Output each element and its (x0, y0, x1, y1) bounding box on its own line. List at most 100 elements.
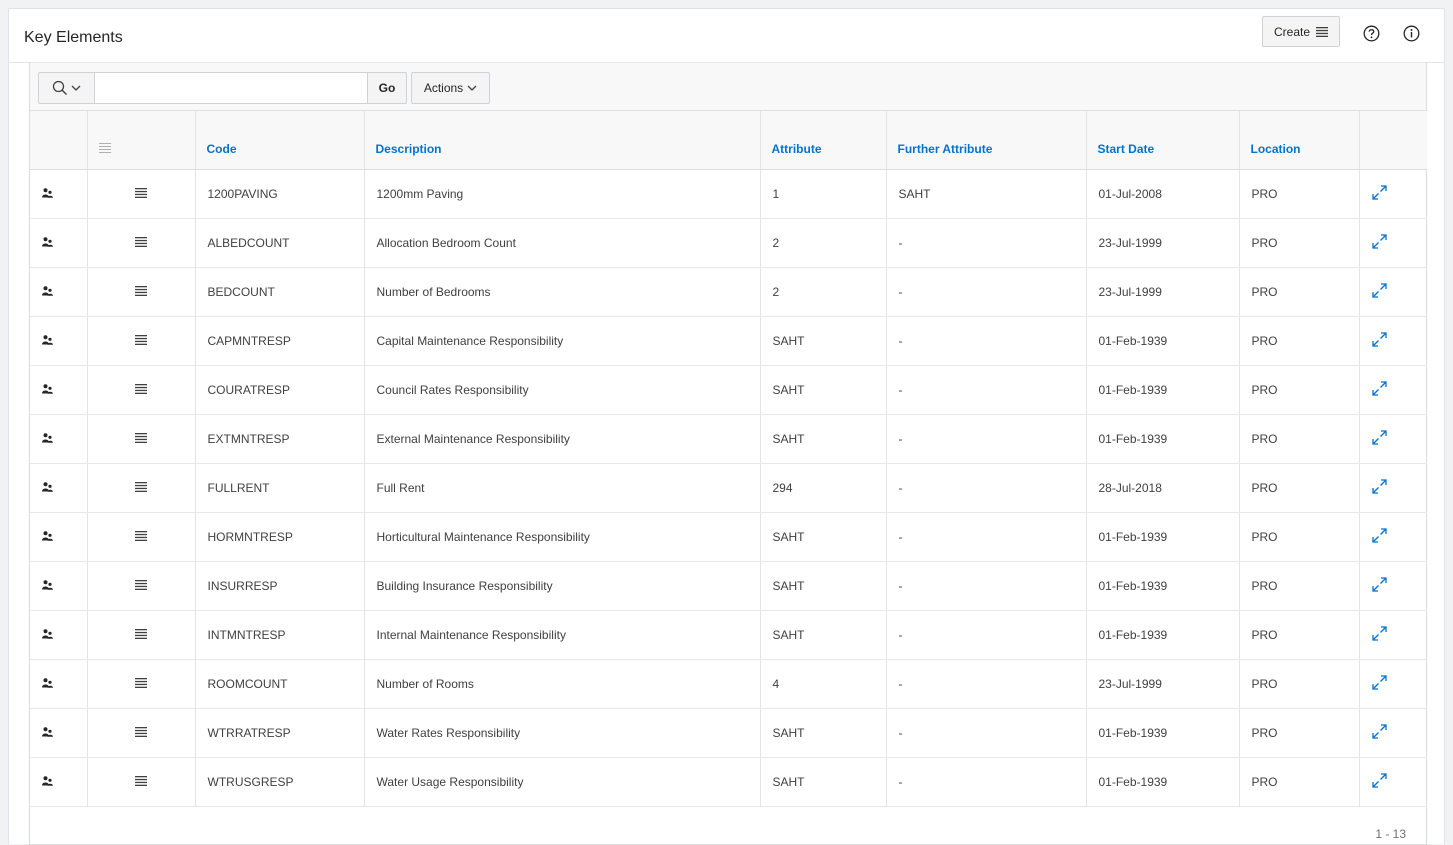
cell-code: INSURRESP (195, 561, 365, 611)
row-people-cell[interactable] (30, 659, 88, 709)
column-header-location[interactable]: Location (1239, 111, 1360, 170)
table-row: COURATRESP Council Rates Responsibility … (30, 365, 1427, 415)
row-menu-cell[interactable] (87, 659, 196, 709)
cell-start-date: 01-Feb-1939 (1086, 316, 1240, 366)
row-expand-cell[interactable] (1359, 512, 1427, 562)
cell-start-date: 01-Feb-1939 (1086, 610, 1240, 660)
table-row: 1200PAVING 1200mm Paving 1 SAHT 01-Jul-2… (30, 169, 1427, 219)
header-menu-cell (87, 111, 196, 170)
row-expand-cell[interactable] (1359, 316, 1427, 366)
hamburger-icon (1316, 26, 1329, 37)
table-body: 1200PAVING 1200mm Paving 1 SAHT 01-Jul-2… (30, 169, 1427, 807)
row-menu-cell[interactable] (87, 512, 196, 562)
cell-start-date: 28-Jul-2018 (1086, 463, 1240, 513)
cell-code: WTRRATRESP (195, 708, 365, 758)
people-icon (42, 726, 53, 737)
help-button[interactable] (1362, 24, 1380, 42)
search-icon (52, 80, 67, 95)
header-row: Code Description Attribute Further Attri… (30, 111, 1427, 170)
row-expand-cell[interactable] (1359, 610, 1427, 660)
header-icon-cell (30, 111, 88, 170)
row-expand-cell[interactable] (1359, 708, 1427, 758)
row-menu-icon (135, 677, 147, 688)
search-column-menu[interactable] (38, 72, 94, 104)
cell-attribute: SAHT (760, 757, 887, 807)
row-expand-cell[interactable] (1359, 218, 1427, 268)
row-people-cell[interactable] (30, 561, 88, 611)
cell-description: Internal Maintenance Responsibility (364, 610, 761, 660)
help-circle-icon (1363, 25, 1379, 41)
expand-icon (1371, 184, 1387, 200)
cell-further-attribute: - (886, 610, 1087, 660)
cell-attribute: SAHT (760, 512, 887, 562)
cell-further-attribute: SAHT (886, 169, 1087, 219)
row-expand-cell[interactable] (1359, 365, 1427, 415)
cell-further-attribute: - (886, 316, 1087, 366)
row-menu-icon (135, 432, 147, 443)
row-menu-icon (135, 530, 147, 541)
row-menu-cell[interactable] (87, 463, 196, 513)
cell-description: 1200mm Paving (364, 169, 761, 219)
cell-code: EXTMNTRESP (195, 414, 365, 464)
row-people-cell[interactable] (30, 757, 88, 807)
row-people-cell[interactable] (30, 512, 88, 562)
row-menu-icon (135, 775, 147, 786)
row-expand-cell[interactable] (1359, 414, 1427, 464)
table-row: WTRRATRESP Water Rates Responsibility SA… (30, 708, 1427, 758)
go-button[interactable]: Go (368, 72, 407, 104)
cell-location: PRO (1239, 218, 1360, 268)
row-menu-cell[interactable] (87, 267, 196, 317)
people-icon (42, 432, 53, 443)
row-people-cell[interactable] (30, 463, 88, 513)
row-people-cell[interactable] (30, 365, 88, 415)
create-button[interactable]: Create (1262, 16, 1340, 47)
actions-menu-button[interactable]: Actions (411, 72, 490, 104)
cell-further-attribute: - (886, 463, 1087, 513)
row-people-cell[interactable] (30, 169, 88, 219)
row-menu-cell[interactable] (87, 365, 196, 415)
row-people-cell[interactable] (30, 414, 88, 464)
cell-description: Water Rates Responsibility (364, 708, 761, 758)
expand-icon (1371, 723, 1387, 739)
cell-further-attribute: - (886, 512, 1087, 562)
row-expand-cell[interactable] (1359, 267, 1427, 317)
row-menu-cell[interactable] (87, 414, 196, 464)
table-row: EXTMNTRESP External Maintenance Responsi… (30, 414, 1427, 464)
search-input[interactable] (94, 72, 368, 104)
expand-icon (1371, 576, 1387, 592)
row-expand-cell[interactable] (1359, 463, 1427, 513)
people-icon (42, 285, 53, 296)
row-expand-cell[interactable] (1359, 757, 1427, 807)
column-header-start-date[interactable]: Start Date (1086, 111, 1240, 170)
row-expand-cell[interactable] (1359, 561, 1427, 611)
cell-code: HORMNTRESP (195, 512, 365, 562)
row-people-cell[interactable] (30, 708, 88, 758)
column-header-further-attribute[interactable]: Further Attribute (886, 111, 1087, 170)
row-menu-cell[interactable] (87, 218, 196, 268)
row-menu-icon (135, 726, 147, 737)
row-menu-cell[interactable] (87, 610, 196, 660)
column-header-attribute[interactable]: Attribute (760, 111, 887, 170)
row-expand-cell[interactable] (1359, 659, 1427, 709)
row-people-cell[interactable] (30, 267, 88, 317)
cell-code: FULLRENT (195, 463, 365, 513)
row-menu-cell[interactable] (87, 708, 196, 758)
row-people-cell[interactable] (30, 610, 88, 660)
cell-code: ALBEDCOUNT (195, 218, 365, 268)
row-menu-cell[interactable] (87, 316, 196, 366)
column-header-description[interactable]: Description (364, 111, 761, 170)
expand-icon (1371, 331, 1387, 347)
row-menu-cell[interactable] (87, 169, 196, 219)
expand-icon (1371, 478, 1387, 494)
cell-attribute: SAHT (760, 610, 887, 660)
row-menu-cell[interactable] (87, 757, 196, 807)
row-people-cell[interactable] (30, 316, 88, 366)
cell-description: Full Rent (364, 463, 761, 513)
row-menu-cell[interactable] (87, 561, 196, 611)
row-people-cell[interactable] (30, 218, 88, 268)
column-header-code[interactable]: Code (195, 111, 365, 170)
cell-location: PRO (1239, 267, 1360, 317)
row-expand-cell[interactable] (1359, 169, 1427, 219)
info-button[interactable] (1402, 24, 1420, 42)
cell-description: Number of Bedrooms (364, 267, 761, 317)
